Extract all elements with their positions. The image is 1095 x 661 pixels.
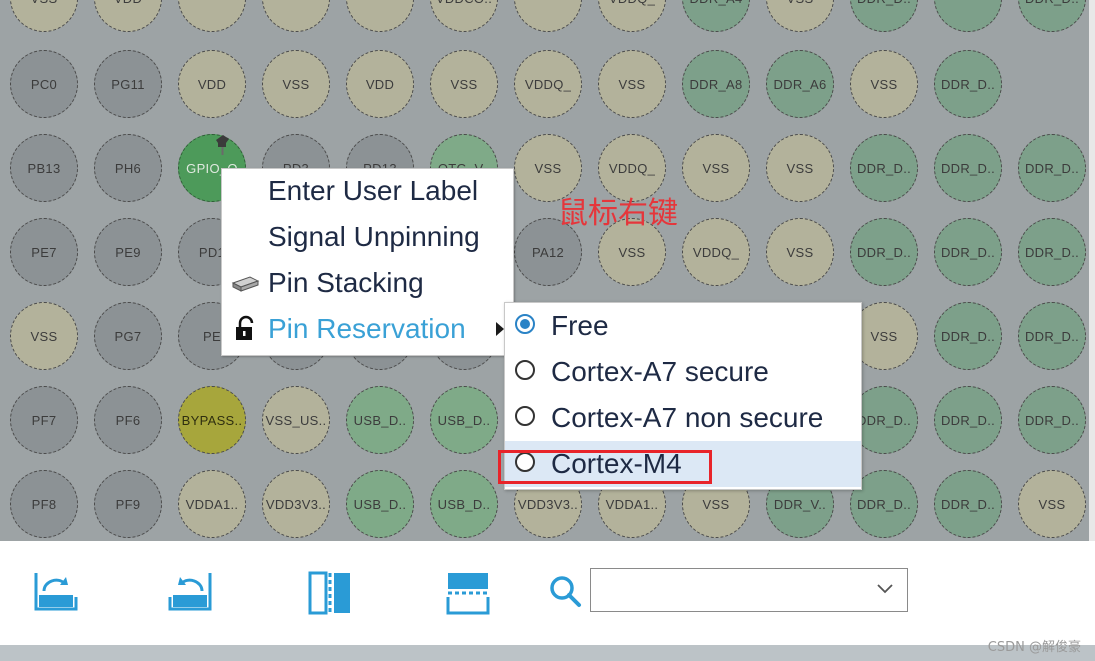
radio-icon[interactable] xyxy=(515,360,535,380)
pin[interactable]: USB_D.. xyxy=(346,386,414,454)
export-icon[interactable] xyxy=(30,569,78,617)
pin[interactable]: PB13 xyxy=(10,134,78,202)
pin[interactable]: VSS xyxy=(262,50,330,118)
menu-item-label: Signal Unpinning xyxy=(268,221,480,252)
pin[interactable]: USB_D.. xyxy=(346,470,414,538)
search-combobox[interactable] xyxy=(590,568,908,612)
submenu-arrow-icon xyxy=(496,322,504,336)
pin[interactable]: DDR_D.. xyxy=(1018,134,1086,202)
pin[interactable]: VSS xyxy=(766,0,834,32)
pin[interactable]: VSS xyxy=(766,134,834,202)
option-label: Cortex-A7 non secure xyxy=(551,402,824,433)
pin[interactable]: PH6 xyxy=(94,134,162,202)
pin[interactable]: PF6 xyxy=(94,386,162,454)
option-cortex-a7-non-secure[interactable]: Cortex-A7 non secure xyxy=(505,395,861,441)
pin[interactable]: DDR_D.. xyxy=(934,218,1002,286)
import-icon[interactable] xyxy=(168,569,216,617)
pin[interactable] xyxy=(178,0,246,32)
menu-item-enter-user-label[interactable]: Enter User Label xyxy=(222,169,513,213)
pin[interactable]: VDDQ_ xyxy=(598,0,666,32)
pin[interactable]: VSS xyxy=(430,50,498,118)
option-label: Free xyxy=(551,310,609,341)
pin[interactable]: PE9 xyxy=(94,218,162,286)
pin[interactable]: DDR_D.. xyxy=(934,386,1002,454)
pin[interactable]: VSS_US.. xyxy=(262,386,330,454)
pin[interactable]: VSS xyxy=(1018,470,1086,538)
pin[interactable]: DDR_D.. xyxy=(934,470,1002,538)
menu-item-pin-stacking[interactable]: Pin Stacking xyxy=(222,261,513,305)
pin[interactable]: DDR_A4 xyxy=(682,0,750,32)
stack-icon xyxy=(231,276,260,292)
pin[interactable]: USB_D.. xyxy=(430,470,498,538)
menu-item-label: Enter User Label xyxy=(268,175,479,206)
unlock-icon xyxy=(236,315,254,340)
radio-icon[interactable] xyxy=(515,406,535,426)
pin[interactable]: DDR_D.. xyxy=(1018,0,1086,32)
status-strip xyxy=(0,645,1095,661)
pin[interactable]: DDR_D.. xyxy=(934,302,1002,370)
pin[interactable]: VSS xyxy=(10,0,78,32)
menu-item-signal-unpinning[interactable]: Signal Unpinning xyxy=(222,215,513,259)
pin[interactable]: DDR_D.. xyxy=(1018,218,1086,286)
pin[interactable]: PF7 xyxy=(10,386,78,454)
pin[interactable]: VDD xyxy=(178,50,246,118)
pin[interactable]: USB_D.. xyxy=(430,386,498,454)
menu-item-label: Pin Stacking xyxy=(268,267,424,298)
menu-item-pin-reservation[interactable]: Pin Reservation xyxy=(222,307,513,351)
pin[interactable]: VSS xyxy=(766,218,834,286)
pin[interactable]: BYPASS.. xyxy=(178,386,246,454)
pin[interactable]: PE7 xyxy=(10,218,78,286)
pin[interactable]: DDR_A8 xyxy=(682,50,750,118)
pin[interactable]: PC0 xyxy=(10,50,78,118)
watermark-text: CSDN @解俊豪 xyxy=(987,640,1081,655)
pin[interactable]: VSS xyxy=(682,134,750,202)
red-highlight-box xyxy=(498,450,712,484)
pin[interactable]: DDR_D.. xyxy=(850,134,918,202)
pin[interactable]: VDDCO.. xyxy=(430,0,498,32)
pin[interactable]: DDR_D.. xyxy=(850,218,918,286)
pin[interactable] xyxy=(934,0,1002,32)
pushpin-icon xyxy=(216,135,229,155)
search-icon xyxy=(550,576,581,607)
pin[interactable]: DDR_A6 xyxy=(766,50,834,118)
pin[interactable]: VSS xyxy=(850,50,918,118)
pin[interactable]: VDDQ_ xyxy=(514,50,582,118)
pin[interactable]: VDDQ_ xyxy=(682,218,750,286)
pin[interactable]: DDR_D.. xyxy=(1018,386,1086,454)
pin[interactable]: VDD xyxy=(94,0,162,32)
pin[interactable]: PG7 xyxy=(94,302,162,370)
radio-checked-icon[interactable] xyxy=(515,314,535,334)
pin[interactable]: DDR_D.. xyxy=(1018,302,1086,370)
pin-context-menu: Enter User Label Signal Unpinning Pin St… xyxy=(221,168,514,356)
horizontal-split-icon[interactable] xyxy=(444,569,492,617)
menu-item-label: Pin Reservation xyxy=(268,313,466,344)
option-label: Cortex-A7 secure xyxy=(551,356,769,387)
pin[interactable]: VDD xyxy=(346,50,414,118)
pin[interactable]: VDDA1.. xyxy=(178,470,246,538)
pin[interactable]: DDR_D.. xyxy=(850,0,918,32)
option-free[interactable]: Free xyxy=(505,303,861,349)
pin[interactable]: DDR_D.. xyxy=(934,134,1002,202)
pin[interactable]: PF8 xyxy=(10,470,78,538)
pin[interactable] xyxy=(262,0,330,32)
pin[interactable]: PG11 xyxy=(94,50,162,118)
option-cortex-a7-secure[interactable]: Cortex-A7 secure xyxy=(505,349,861,395)
pin[interactable]: VDD3V3.. xyxy=(262,470,330,538)
split-view-icon[interactable] xyxy=(306,569,354,617)
pin[interactable] xyxy=(346,0,414,32)
chevron-down-icon[interactable] xyxy=(877,583,893,595)
pin[interactable]: PF9 xyxy=(94,470,162,538)
annotation-text: 鼠标右键 xyxy=(558,196,678,231)
pin[interactable]: DDR_D.. xyxy=(934,50,1002,118)
pin[interactable] xyxy=(514,0,582,32)
pin[interactable]: VSS xyxy=(598,50,666,118)
pin[interactable]: VSS xyxy=(10,302,78,370)
